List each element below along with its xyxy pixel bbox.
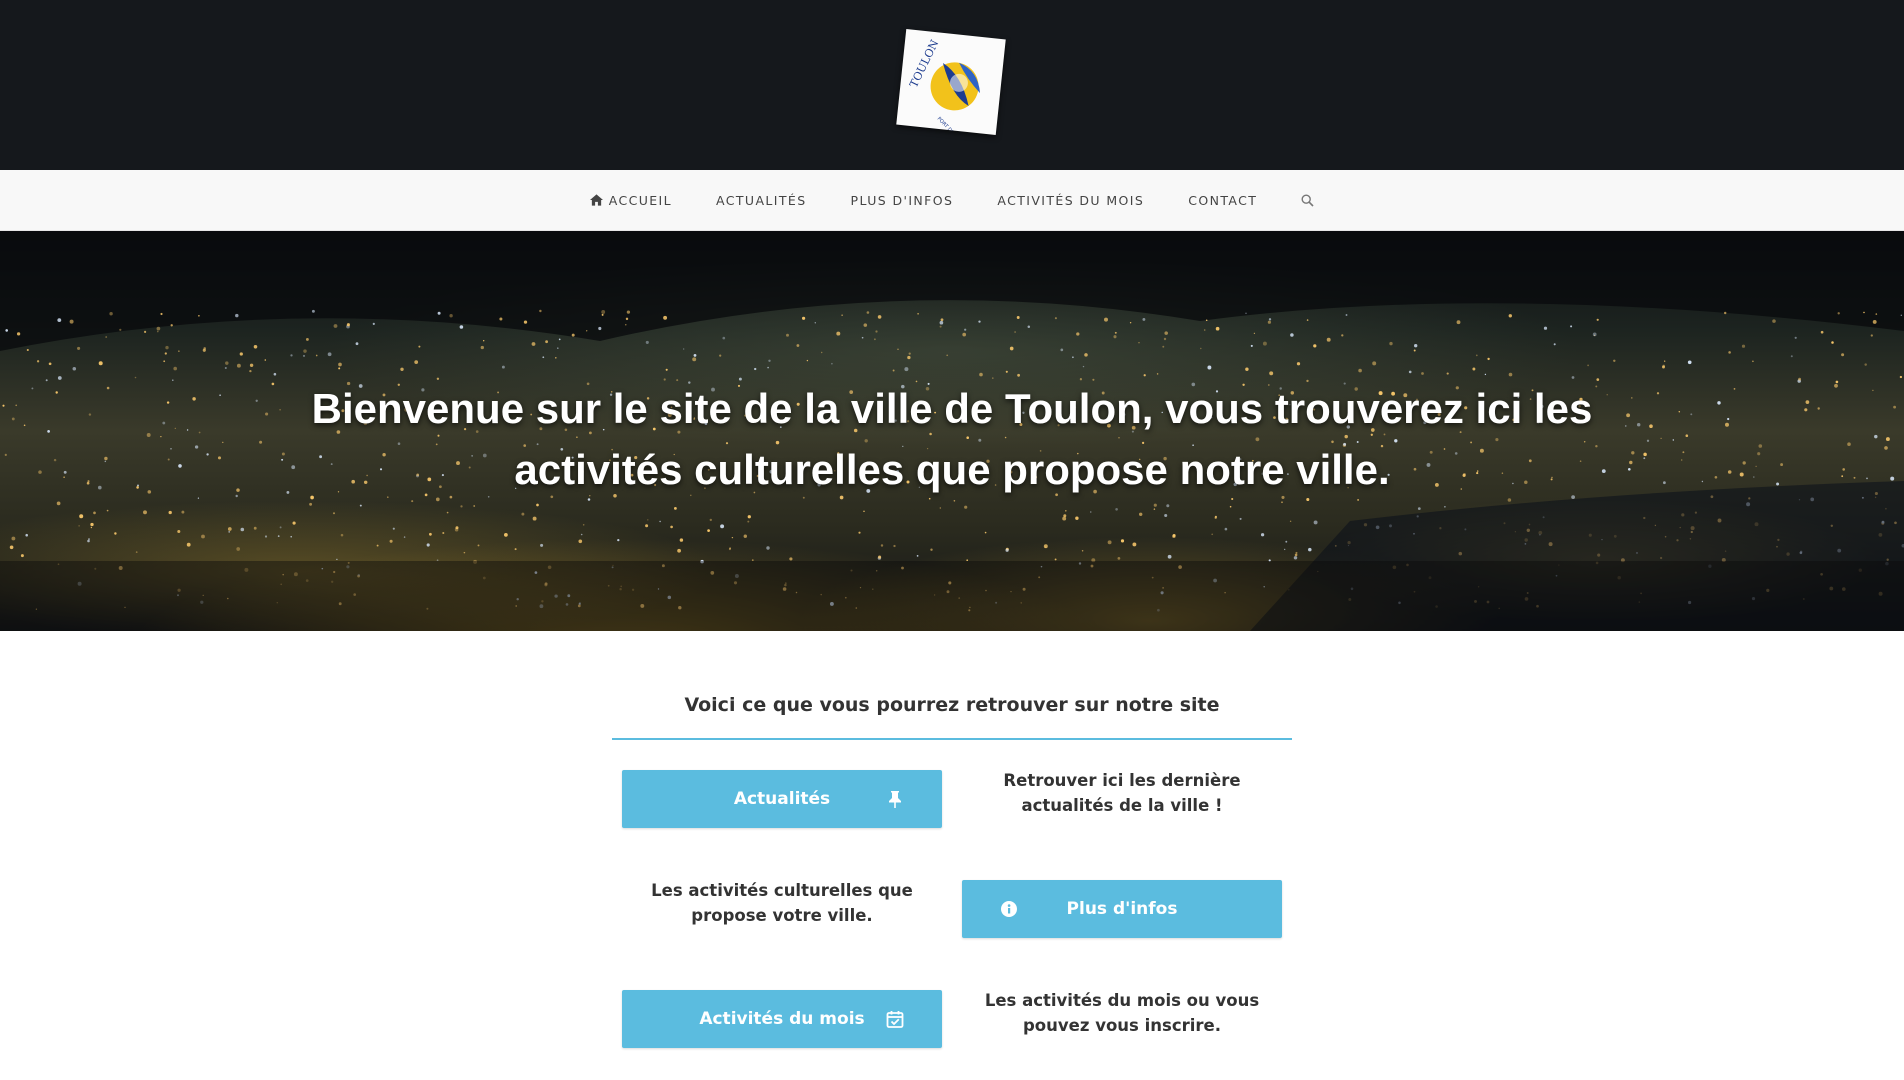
nav-item-label: CONTACT: [1188, 192, 1258, 208]
main-navigation: ACCUEIL ACTUALITÉS PLUS D'INFOS ACTIVITÉ…: [0, 170, 1904, 231]
toulon-logo-image: TOULON PORT DU LEVANT: [907, 37, 980, 135]
nav-item-actualites[interactable]: ACTUALITÉS: [694, 193, 829, 208]
nav-item-label: ACTIVITÉS DU MOIS: [997, 192, 1145, 208]
nav-item-accueil[interactable]: ACCUEIL: [568, 193, 694, 208]
section-title: Voici ce que vous pourrez retrouver sur …: [612, 631, 1292, 740]
pin-icon: [886, 790, 904, 808]
nav-item-activites-du-mois[interactable]: ACTIVITÉS DU MOIS: [975, 193, 1166, 208]
activites-du-mois-button[interactable]: Activités du mois: [622, 990, 942, 1048]
hero-welcome-text: Bienvenue sur le site de la ville de Tou…: [311, 385, 1593, 493]
site-header: TOULON PORT DU LEVANT: [0, 0, 1904, 170]
info-icon: [1000, 900, 1018, 918]
home-icon: [589, 194, 603, 206]
plus-infos-button[interactable]: Plus d'infos: [962, 880, 1282, 938]
nav-item-label: PLUS D'INFOS: [850, 192, 954, 208]
nav-list: ACCUEIL ACTUALITÉS PLUS D'INFOS ACTIVITÉ…: [568, 193, 1337, 208]
actualites-button-label: Actualités: [733, 789, 831, 809]
nav-item-label: ACCUEIL: [608, 192, 673, 208]
feature-row: Activités du mois Les activités du mois …: [612, 960, 1292, 1070]
calendar-check-icon: [886, 1010, 904, 1028]
logo-bottom-text: PORT DU LEVANT: [936, 116, 971, 135]
actualites-description: Retrouver ici les dernière actualités de…: [1003, 771, 1241, 815]
plus-infos-button-label: Plus d'infos: [1066, 899, 1178, 919]
activites-du-mois-description: Les activités du mois ou vous pouvez vou…: [984, 991, 1260, 1035]
search-icon: [1301, 193, 1314, 207]
nav-item-plus-infos[interactable]: PLUS D'INFOS: [829, 193, 976, 208]
hero-banner: Bienvenue sur le site de la ville de Tou…: [0, 231, 1904, 631]
plus-infos-description: Les activités culturelles que propose vo…: [651, 881, 913, 925]
nav-search-button[interactable]: [1279, 193, 1336, 207]
nav-item-label: ACTUALITÉS: [716, 192, 807, 208]
feature-row: Les activités culturelles que propose vo…: [612, 850, 1292, 960]
actualites-button[interactable]: Actualités: [622, 770, 942, 828]
toulon-logo[interactable]: TOULON PORT DU LEVANT: [896, 29, 1006, 135]
activites-du-mois-button-label: Activités du mois: [699, 1009, 865, 1029]
feature-row: Actualités Retrouver ici les dernière ac…: [612, 740, 1292, 850]
nav-item-contact[interactable]: CONTACT: [1166, 193, 1279, 208]
main-content: Voici ce que vous pourrez retrouver sur …: [612, 631, 1292, 1070]
